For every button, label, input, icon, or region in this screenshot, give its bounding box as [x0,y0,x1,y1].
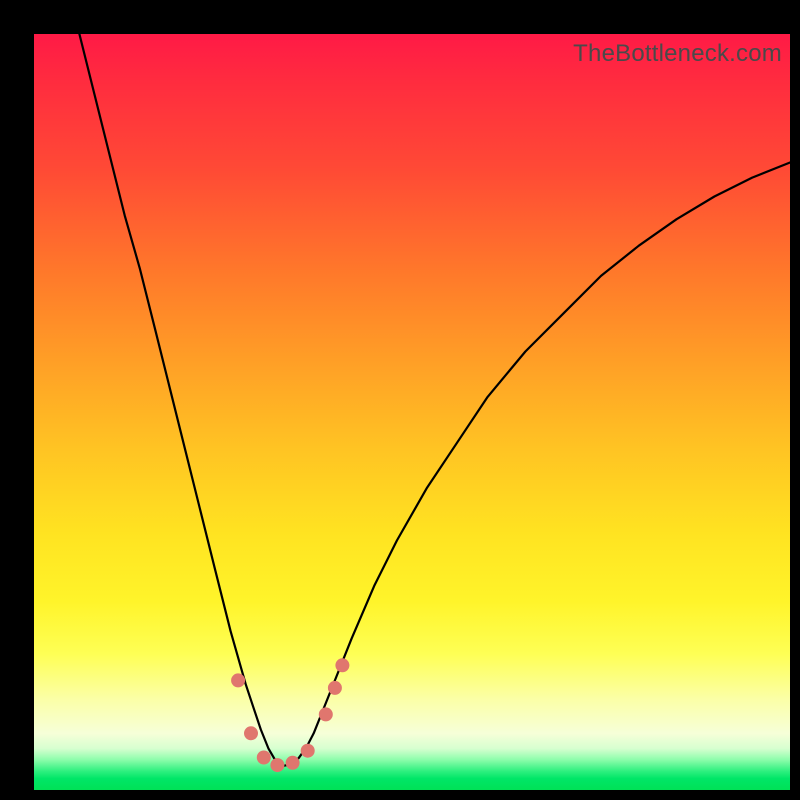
marker-dot [244,726,258,740]
marker-dot [328,681,342,695]
marker-dot [301,744,315,758]
marker-dot [257,751,271,765]
marker-dot [270,758,284,772]
bottleneck-curve [79,34,790,766]
chart-svg [34,34,790,790]
marker-dot [286,756,300,770]
marker-dot [335,658,349,672]
plot-area: TheBottleneck.com [34,34,790,790]
highlight-markers [231,658,349,772]
chart-frame: TheBottleneck.com [0,0,800,800]
marker-dot [231,673,245,687]
marker-dot [319,707,333,721]
